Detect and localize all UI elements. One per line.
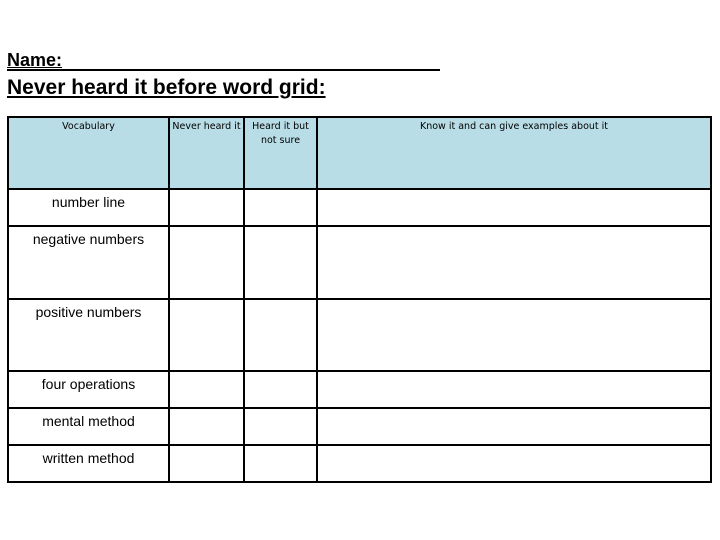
- never-heard-cell[interactable]: [168, 188, 245, 227]
- heard-not-sure-cell[interactable]: [243, 444, 318, 483]
- table-row: number line: [7, 188, 712, 227]
- vocabulary-cell: written method: [7, 444, 170, 483]
- heard-not-sure-cell[interactable]: [243, 407, 318, 446]
- vocabulary-cell: number line: [7, 188, 170, 227]
- know-it-cell[interactable]: [316, 188, 712, 227]
- never-heard-cell[interactable]: [168, 370, 245, 409]
- table-row: four operations: [7, 370, 712, 409]
- vocabulary-cell: four operations: [7, 370, 170, 409]
- table-row: mental method: [7, 407, 712, 446]
- header-row: Vocabulary Never heard it Heard it but n…: [7, 116, 712, 190]
- heard-not-sure-cell[interactable]: [243, 188, 318, 227]
- know-it-cell[interactable]: [316, 407, 712, 446]
- never-heard-cell[interactable]: [168, 298, 245, 372]
- know-it-cell[interactable]: [316, 225, 712, 300]
- column-header-heard-not-sure: Heard it but not sure: [243, 116, 318, 190]
- table-row: positive numbers: [7, 298, 712, 372]
- name-label: Name:: [7, 50, 63, 70]
- column-header-know-it: Know it and can give examples about it: [316, 116, 712, 190]
- know-it-cell[interactable]: [316, 298, 712, 372]
- column-header-never-heard: Never heard it: [168, 116, 245, 190]
- never-heard-cell[interactable]: [168, 444, 245, 483]
- vocabulary-cell: mental method: [7, 407, 170, 446]
- heard-not-sure-cell[interactable]: [243, 225, 318, 300]
- name-field[interactable]: Name:: [7, 50, 440, 71]
- never-heard-cell[interactable]: [168, 407, 245, 446]
- page-title: Never heard it before word grid:: [7, 76, 326, 99]
- never-heard-cell[interactable]: [168, 225, 245, 300]
- heard-not-sure-cell[interactable]: [243, 370, 318, 409]
- heard-not-sure-cell[interactable]: [243, 298, 318, 372]
- word-grid-table: Vocabulary Never heard it Heard it but n…: [7, 116, 712, 483]
- vocabulary-cell: positive numbers: [7, 298, 170, 372]
- vocabulary-cell: negative numbers: [7, 225, 170, 300]
- table-row: negative numbers: [7, 225, 712, 300]
- know-it-cell[interactable]: [316, 444, 712, 483]
- table-row: written method: [7, 444, 712, 483]
- know-it-cell[interactable]: [316, 370, 712, 409]
- column-header-vocabulary: Vocabulary: [7, 116, 170, 190]
